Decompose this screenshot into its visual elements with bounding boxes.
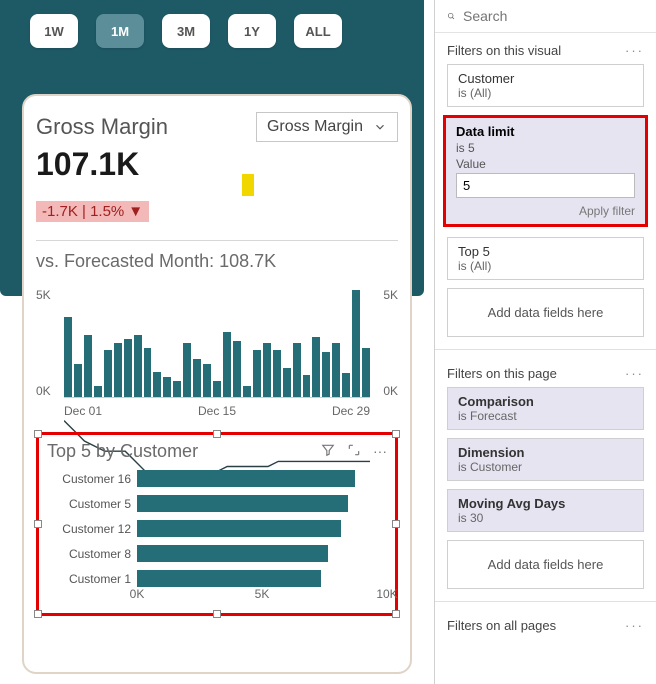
section-page-more-icon[interactable]: ··· [625,366,644,381]
chart-bar [312,337,320,397]
kpi-delta: -1.7K | 1.5% ▼ [36,201,149,222]
filters-pane: Filters on this visual ··· Customer is (… [434,0,656,684]
search-input[interactable] [463,8,644,24]
y-tick-left-bot: 0K [36,384,51,398]
x-tick-0: Dec 01 [64,404,102,418]
top5-label: Customer 12 [47,522,131,536]
time-1y-button[interactable]: 1Y [228,14,276,48]
top5-bar [137,470,355,487]
chart-bar [193,359,201,397]
chart-bar [134,335,142,397]
chart-bar [332,343,340,398]
chart-bar [273,350,281,397]
forecast-text: vs. Forecasted Month: 108.7K [36,251,398,272]
top5-label: Customer 5 [47,497,131,511]
search-icon [447,8,455,24]
triangle-down-icon: ▼ [128,203,143,220]
kpi-card: Gross Margin Gross Margin 107.1K -1.7K |… [22,94,412,674]
x-tick-2: Dec 29 [332,404,370,418]
chart-bar [153,372,161,397]
focus-mode-icon[interactable] [347,443,361,460]
chevron-down-icon [373,120,387,134]
top5-row: Customer 12 [47,520,387,537]
top5-label: Customer 16 [47,472,131,486]
chart-bar [243,386,251,397]
chart-bar [352,290,360,397]
add-fields-visual[interactable]: Add data fields here [447,288,644,337]
filter-dimension[interactable]: Dimension is Customer [447,438,644,481]
chart-bar [104,350,112,397]
section-allpages-more-icon[interactable]: ··· [625,618,644,633]
chart-bar [253,350,261,397]
top5-bar [137,520,341,537]
top5-label: Customer 1 [47,572,131,586]
chart-bar [213,381,221,397]
dropdown-label: Gross Margin [267,118,363,136]
top5-row: Customer 8 [47,545,387,562]
top5-visual-selected[interactable]: Top 5 by Customer ··· Customer 16 Custome… [36,432,398,616]
filter-comparison[interactable]: Comparison is Forecast [447,387,644,430]
chart-bar [173,381,181,397]
top5-row: Customer 16 [47,470,387,487]
data-limit-input[interactable] [456,173,635,198]
section-visual: Filters on this visual [447,43,561,58]
filter-data-limit-highlighted[interactable]: Data limit is 5 Value Apply filter [443,115,648,227]
chart-bar [163,377,171,397]
chart-bar [183,343,191,398]
add-fields-page[interactable]: Add data fields here [447,540,644,589]
filter-customer[interactable]: Customer is (All) [447,64,644,107]
chart-bar [144,348,152,397]
kpi-value: 107.1K [36,146,398,183]
chart-bar [203,364,211,397]
y-tick-left-top: 5K [36,288,51,302]
section-page: Filters on this page [447,366,557,381]
time-all-button[interactable]: ALL [294,14,342,48]
card-title: Gross Margin [36,114,168,140]
highlight-marker [242,174,254,196]
filter-icon[interactable] [321,443,335,460]
chart-bar [233,341,241,397]
time-range-row: 1W 1M 3M 1Y ALL [30,14,342,48]
section-allpages: Filters on all pages [447,618,556,633]
filter-moving-avg[interactable]: Moving Avg Days is 30 [447,489,644,532]
measure-dropdown[interactable]: Gross Margin [256,112,398,142]
more-options-icon[interactable]: ··· [373,443,387,460]
chart-bar [263,343,271,398]
chart-bar [64,317,72,397]
y-tick-right-top: 5K [383,288,398,302]
time-1m-button[interactable]: 1M [96,14,144,48]
chart-bar [303,375,311,397]
chart-bar [223,332,231,397]
filter-top5[interactable]: Top 5 is (All) [447,237,644,280]
x-tick-1: Dec 15 [198,404,236,418]
chart-bar [74,364,82,397]
top5-bar [137,570,321,587]
hbar-xtick-0: 0K [130,587,145,601]
chart-bar [124,339,132,397]
chart-bar [293,343,301,398]
chart-bar [322,352,330,397]
hbar-xtick-2: 10K [376,587,397,601]
time-3m-button[interactable]: 3M [162,14,210,48]
chart-bar [362,348,370,397]
top5-row: Customer 5 [47,495,387,512]
hbar-xtick-1: 5K [255,587,270,601]
time-1w-button[interactable]: 1W [30,14,78,48]
chart-bar [84,335,92,397]
chart-bar [94,386,102,397]
y-tick-right-bot: 0K [383,384,398,398]
chart-bar [342,373,350,397]
daily-column-chart[interactable]: 5K 0K 5K 0K Dec 01 Dec 15 Dec 29 [36,288,398,418]
top5-bar [137,495,348,512]
chart-bar [114,343,122,398]
section-visual-more-icon[interactable]: ··· [625,43,644,58]
top5-title: Top 5 by Customer [47,441,198,462]
top5-row: Customer 1 [47,570,387,587]
top5-label: Customer 8 [47,547,131,561]
search-row [435,0,656,33]
chart-bar [283,368,291,397]
top5-bar [137,545,328,562]
apply-filter-link[interactable]: Apply filter [456,204,635,218]
